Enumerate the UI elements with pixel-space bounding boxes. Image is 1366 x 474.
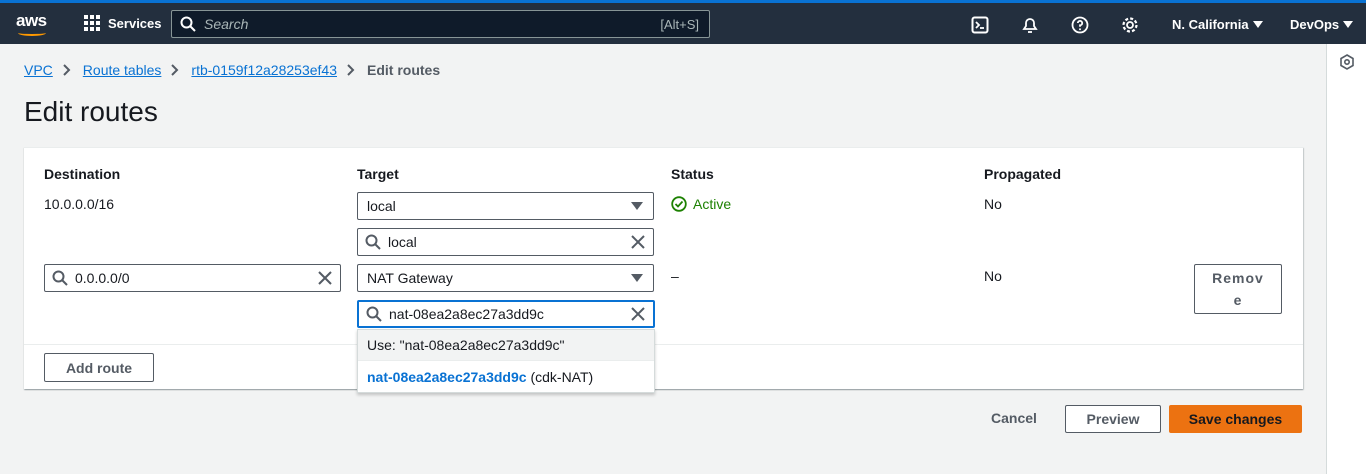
row1-status: Active xyxy=(671,196,731,212)
region-label: N. California xyxy=(1172,17,1249,32)
search-icon xyxy=(358,229,388,255)
close-icon[interactable] xyxy=(623,229,653,255)
dropdown-nat-option[interactable]: nat-08ea2a8ec27a3dd9c (cdk-NAT) xyxy=(358,361,654,392)
info-panel-icon[interactable] xyxy=(1339,54,1355,73)
row2-remove-button[interactable]: Remov e xyxy=(1194,264,1282,314)
row2-destination-input[interactable]: 0.0.0.0/0 xyxy=(44,264,341,292)
row2-status: – xyxy=(671,268,679,284)
row1-status-label: Active xyxy=(693,196,732,212)
header-destination: Destination xyxy=(44,166,121,182)
nat-option-name: (cdk-NAT) xyxy=(530,368,594,385)
breadcrumb-current: Edit routes xyxy=(366,62,441,78)
aws-logo[interactable]: aws xyxy=(16,11,50,39)
region-selector[interactable]: N. California xyxy=(1172,17,1263,32)
row2-target-type-select[interactable]: NAT Gateway xyxy=(357,264,654,292)
help-icon[interactable] xyxy=(1070,15,1090,35)
routes-card: Destination Target Status Propagated 10.… xyxy=(24,147,1303,393)
row2-propagated: No xyxy=(984,268,1002,284)
check-circle-icon xyxy=(671,196,687,212)
cloudshell-icon[interactable] xyxy=(970,15,990,35)
search-icon xyxy=(172,11,204,37)
header-target: Target xyxy=(357,166,399,182)
card-divider xyxy=(24,344,1303,345)
caret-down-icon xyxy=(631,274,643,282)
preview-button[interactable]: Preview xyxy=(1065,405,1161,433)
grid-icon xyxy=(84,15,100,31)
breadcrumb-vpc[interactable]: VPC xyxy=(24,62,53,78)
nat-option-id: nat-08ea2a8ec27a3dd9c xyxy=(367,368,527,385)
close-icon[interactable] xyxy=(310,265,340,291)
breadcrumb-route-table-id[interactable]: rtb-0159f12a28253ef43 xyxy=(191,62,337,78)
caret-down-icon xyxy=(1343,20,1354,28)
close-icon[interactable] xyxy=(623,301,653,327)
row1-target-type-value: local xyxy=(367,198,396,214)
caret-down-icon xyxy=(631,202,643,210)
account-menu[interactable]: DevOps xyxy=(1290,17,1354,32)
search-input[interactable] xyxy=(204,16,661,32)
row1-destination: 10.0.0.0/16 xyxy=(44,196,115,212)
row1-propagated: No xyxy=(984,196,1002,212)
save-changes-button[interactable]: Save changes xyxy=(1169,405,1302,433)
row2-destination-value: 0.0.0.0/0 xyxy=(75,270,130,286)
search-icon xyxy=(359,301,389,327)
top-navigation: aws Services [Alt+S] N. California DevOp… xyxy=(0,0,1366,44)
chevron-right-icon xyxy=(63,63,73,77)
search-icon xyxy=(45,265,75,291)
remove-label-line1: Remov xyxy=(1212,270,1264,286)
search-shortcut: [Alt+S] xyxy=(660,16,699,32)
services-label: Services xyxy=(108,15,162,31)
dropdown-use-option[interactable]: Use: "nat-08ea2a8ec27a3dd9c" xyxy=(358,330,654,361)
cancel-button[interactable]: Cancel xyxy=(991,410,1037,426)
row2-target-filter-value: nat-08ea2a8ec27a3dd9c xyxy=(389,306,544,322)
breadcrumb: VPC Route tables rtb-0159f12a28253ef43 E… xyxy=(24,62,440,78)
tools-panel xyxy=(1326,44,1366,474)
target-options-dropdown: Use: "nat-08ea2a8ec27a3dd9c" nat-08ea2a8… xyxy=(357,329,655,393)
row2-target-type-value: NAT Gateway xyxy=(367,270,453,286)
row1-target-filter-value: local xyxy=(388,234,417,250)
add-route-button[interactable]: Add route xyxy=(44,353,154,382)
header-status: Status xyxy=(671,166,714,182)
chevron-right-icon xyxy=(171,63,181,77)
account-label: DevOps xyxy=(1290,17,1340,32)
aws-smile-icon xyxy=(18,30,46,36)
chevron-right-icon xyxy=(347,63,357,77)
breadcrumb-route-tables[interactable]: Route tables xyxy=(83,62,162,78)
global-search[interactable]: [Alt+S] xyxy=(171,10,710,38)
aws-logo-text: aws xyxy=(16,11,47,30)
caret-down-icon xyxy=(1252,20,1263,28)
row1-target-filter[interactable]: local xyxy=(357,228,654,256)
gear-icon[interactable] xyxy=(1120,15,1140,35)
remove-label-line2: e xyxy=(1233,292,1243,308)
header-propagated: Propagated xyxy=(984,166,1062,182)
row2-target-filter[interactable]: nat-08ea2a8ec27a3dd9c xyxy=(357,300,655,328)
row1-target-type-select[interactable]: local xyxy=(357,192,654,220)
services-menu-button[interactable]: Services xyxy=(84,15,162,31)
page-title: Edit routes xyxy=(24,96,158,127)
bell-icon[interactable] xyxy=(1020,15,1040,35)
